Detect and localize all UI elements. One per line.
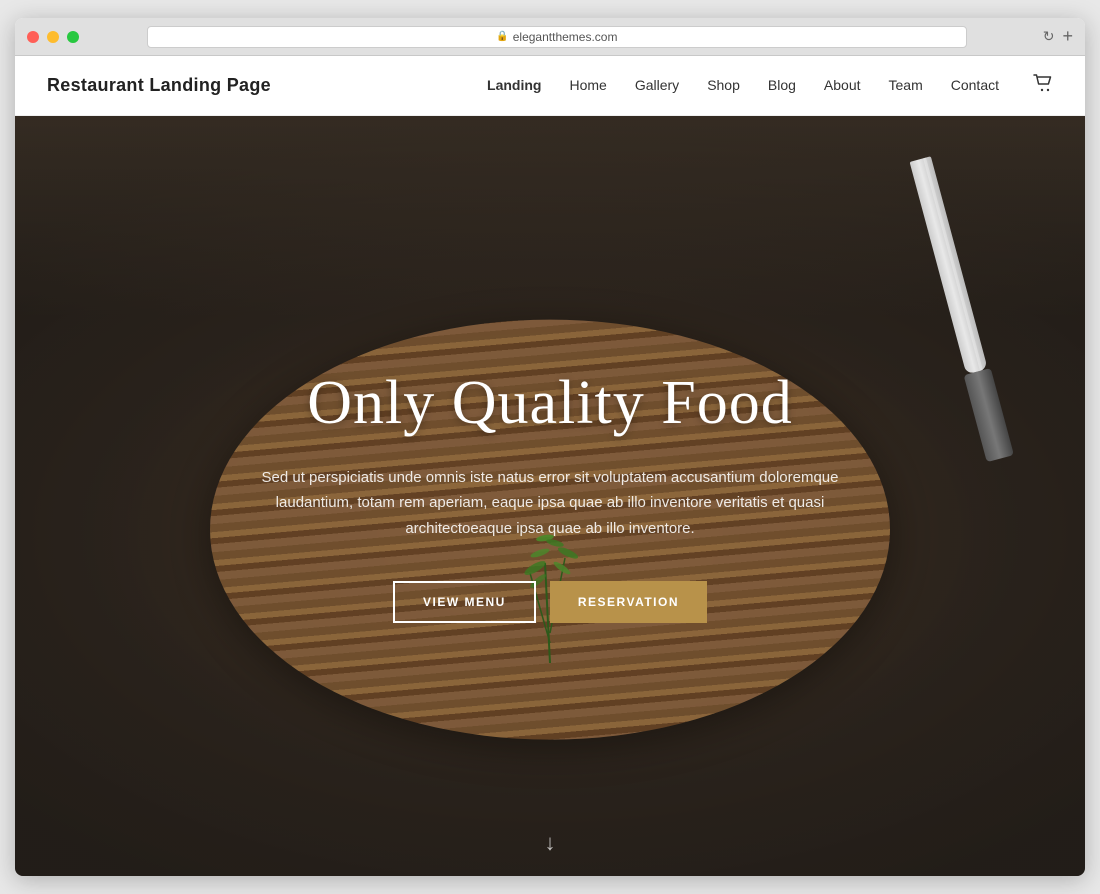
- nav-item-gallery[interactable]: Gallery: [635, 77, 679, 93]
- nav-item-shop[interactable]: Shop: [707, 77, 740, 93]
- website-content: Restaurant Landing Page Landing Home Gal…: [15, 56, 1085, 876]
- hero-buttons: VIEW MENU RESERVATiOn: [250, 581, 850, 623]
- url-text: elegantthemes.com: [513, 30, 618, 44]
- hero-content: Only Quality Food Sed ut perspiciatis un…: [230, 369, 870, 624]
- nav-item-home[interactable]: Home: [569, 77, 606, 93]
- nav-item-blog[interactable]: Blog: [768, 77, 796, 93]
- nav-item-contact[interactable]: Contact: [951, 77, 999, 93]
- hero-section: Only Quality Food Sed ut perspiciatis un…: [15, 116, 1085, 876]
- new-tab-button[interactable]: +: [1062, 26, 1073, 47]
- window-close-button[interactable]: [27, 31, 39, 43]
- scroll-arrow[interactable]: ↓: [545, 830, 556, 856]
- reservation-button[interactable]: RESERVATiOn: [550, 581, 707, 623]
- navigation: Restaurant Landing Page Landing Home Gal…: [15, 56, 1085, 116]
- window-maximize-button[interactable]: [67, 31, 79, 43]
- brand-logo[interactable]: Restaurant Landing Page: [47, 75, 271, 96]
- browser-titlebar: 🔒 elegantthemes.com ↻ +: [15, 18, 1085, 56]
- hero-subtitle: Sed ut perspiciatis unde omnis iste natu…: [250, 465, 850, 542]
- nav-item-landing[interactable]: Landing: [487, 77, 541, 93]
- nav-item-about[interactable]: About: [824, 77, 861, 93]
- browser-window: 🔒 elegantthemes.com ↻ + Restaurant Landi…: [15, 18, 1085, 876]
- refresh-button[interactable]: ↻: [1043, 28, 1055, 45]
- knife-handle: [964, 368, 1014, 462]
- nav-item-team[interactable]: Team: [889, 77, 923, 93]
- window-minimize-button[interactable]: [47, 31, 59, 43]
- view-menu-button[interactable]: VIEW MENU: [393, 581, 536, 623]
- cart-icon[interactable]: [1033, 76, 1053, 96]
- address-bar[interactable]: 🔒 elegantthemes.com: [147, 26, 967, 48]
- hero-title: Only Quality Food: [250, 369, 850, 437]
- lock-icon: 🔒: [496, 31, 508, 42]
- nav-links: Landing Home Gallery Shop Blog About Tea…: [487, 74, 1053, 97]
